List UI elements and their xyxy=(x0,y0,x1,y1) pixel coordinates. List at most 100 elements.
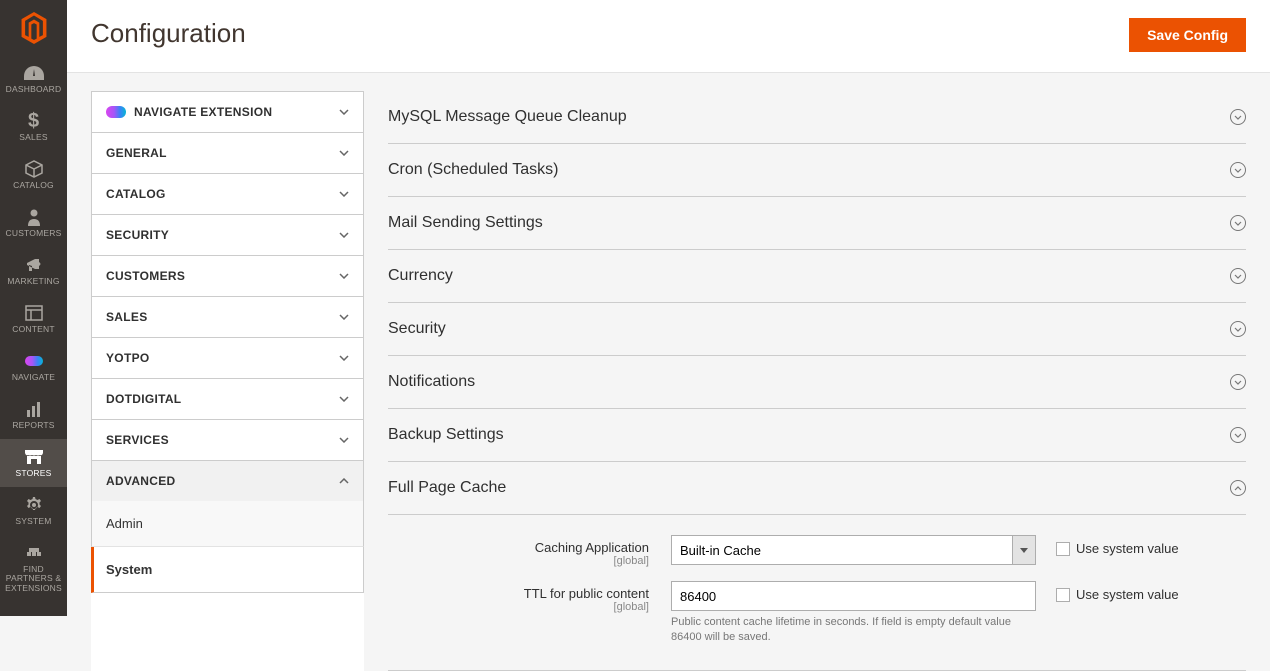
caching-application-select[interactable]: Built-in Cache xyxy=(671,535,1012,565)
section-notifications[interactable]: Notifications xyxy=(388,356,1246,409)
label-text: NAVIGATE EXTENSION xyxy=(134,105,272,119)
section-title: Cron (Scheduled Tasks) xyxy=(388,161,558,179)
config-section-general[interactable]: GENERAL xyxy=(91,132,364,173)
person-icon xyxy=(27,207,41,227)
config-section-label: ADVANCED xyxy=(106,474,176,488)
chevron-down-icon xyxy=(339,230,349,240)
config-section-advanced[interactable]: ADVANCED xyxy=(91,460,364,501)
nav-reports[interactable]: REPORTS xyxy=(0,391,67,439)
nav-sales[interactable]: $ SALES xyxy=(0,103,67,151)
section-mysql-queue[interactable]: MySQL Message Queue Cleanup xyxy=(388,91,1246,144)
config-section-catalog[interactable]: CATALOG xyxy=(91,173,364,214)
chevron-down-icon xyxy=(339,353,349,363)
save-config-button[interactable]: Save Config xyxy=(1129,18,1246,52)
use-system-value-label: Use system value xyxy=(1076,587,1179,602)
select-arrow-icon[interactable] xyxy=(1012,535,1036,565)
navigate-badge-icon xyxy=(106,106,126,118)
nav-label: FIND PARTNERS & EXTENSIONS xyxy=(2,565,65,593)
config-section-yotpo[interactable]: YOTPO xyxy=(91,337,364,378)
nav-partners[interactable]: FIND PARTNERS & EXTENSIONS xyxy=(0,535,67,601)
form-scope: [global] xyxy=(388,601,649,613)
nav-dashboard[interactable]: DASHBOARD xyxy=(0,55,67,103)
section-title: Backup Settings xyxy=(388,426,504,444)
chevron-down-icon xyxy=(339,394,349,404)
gear-icon xyxy=(25,495,43,515)
use-system-value-checkbox[interactable] xyxy=(1056,588,1070,602)
chart-icon xyxy=(26,399,42,419)
config-section-security[interactable]: SECURITY xyxy=(91,214,364,255)
nav-label: DASHBOARD xyxy=(6,85,62,94)
section-mail[interactable]: Mail Sending Settings xyxy=(388,197,1246,250)
form-label-wrap: TTL for public content [global] xyxy=(388,581,671,613)
section-title: Currency xyxy=(388,267,453,285)
config-nav: NAVIGATE EXTENSION GENERAL CATALOG SECUR… xyxy=(91,91,364,671)
nav-label: CONTENT xyxy=(12,325,54,334)
store-icon xyxy=(24,447,44,467)
form-label: Caching Application xyxy=(535,540,649,555)
expand-icon xyxy=(1230,321,1246,337)
ttl-row: TTL for public content [global] Public c… xyxy=(388,581,1246,646)
section-backup[interactable]: Backup Settings xyxy=(388,409,1246,462)
expand-icon xyxy=(1230,374,1246,390)
nav-customers[interactable]: CUSTOMERS xyxy=(0,199,67,247)
nav-label: SYSTEM xyxy=(15,517,51,526)
config-section-label: SERVICES xyxy=(106,433,169,447)
use-system-value-wrap: Use system value xyxy=(1036,581,1179,602)
nav-navigate[interactable]: NAVIGATE xyxy=(0,343,67,391)
expand-icon xyxy=(1230,109,1246,125)
page-header: Configuration Save Config xyxy=(67,0,1270,73)
section-title: Full Page Cache xyxy=(388,479,506,497)
section-currency[interactable]: Currency xyxy=(388,250,1246,303)
config-section-label: SECURITY xyxy=(106,228,169,242)
collapse-icon xyxy=(1230,480,1246,496)
section-security[interactable]: Security xyxy=(388,303,1246,356)
config-section-sales[interactable]: SALES xyxy=(91,296,364,337)
nav-label: REPORTS xyxy=(12,421,54,430)
chevron-down-icon xyxy=(339,435,349,445)
section-cron[interactable]: Cron (Scheduled Tasks) xyxy=(388,144,1246,197)
nav-label: MARKETING xyxy=(7,277,59,286)
config-sub-admin[interactable]: Admin xyxy=(91,501,364,547)
expand-icon xyxy=(1230,427,1246,443)
form-control-wrap: Built-in Cache xyxy=(671,535,1036,565)
expand-icon xyxy=(1230,162,1246,178)
section-full-page-cache[interactable]: Full Page Cache xyxy=(388,462,1246,515)
nav-content[interactable]: CONTENT xyxy=(0,295,67,343)
ttl-input[interactable] xyxy=(671,581,1036,611)
nav-label: CATALOG xyxy=(13,181,54,190)
use-system-value-checkbox[interactable] xyxy=(1056,542,1070,556)
form-label-wrap: Caching Application [global] xyxy=(388,535,671,567)
section-title: Security xyxy=(388,320,446,338)
box-icon xyxy=(25,159,43,179)
config-section-label: CUSTOMERS xyxy=(106,269,185,283)
config-section-label: SALES xyxy=(106,310,148,324)
dollar-icon: $ xyxy=(28,111,39,131)
chevron-down-icon xyxy=(339,148,349,158)
caching-application-row: Caching Application [global] Built-in Ca… xyxy=(388,535,1246,567)
nav-stores[interactable]: STORES xyxy=(0,439,67,487)
form-note: Public content cache lifetime in seconds… xyxy=(671,615,1036,646)
page-title: Configuration xyxy=(91,18,246,49)
config-section-customers[interactable]: CUSTOMERS xyxy=(91,255,364,296)
form-control-wrap: Public content cache lifetime in seconds… xyxy=(671,581,1036,646)
chevron-down-icon xyxy=(339,312,349,322)
full-page-cache-form: Caching Application [global] Built-in Ca… xyxy=(388,515,1246,670)
nav-catalog[interactable]: CATALOG xyxy=(0,151,67,199)
config-sub-system[interactable]: System xyxy=(91,547,364,593)
nav-system[interactable]: SYSTEM xyxy=(0,487,67,535)
nav-label: STORES xyxy=(16,469,52,478)
magento-logo[interactable] xyxy=(0,0,67,55)
config-section-label: DOTDIGITAL xyxy=(106,392,181,406)
admin-sidebar: DASHBOARD $ SALES CATALOG CUSTOMERS MARK… xyxy=(0,0,67,616)
config-section-services[interactable]: SERVICES xyxy=(91,419,364,460)
config-section-label: NAVIGATE EXTENSION xyxy=(106,105,272,119)
layout-icon xyxy=(25,303,43,323)
navigate-icon xyxy=(25,351,43,371)
use-system-value-label: Use system value xyxy=(1076,541,1179,556)
nav-marketing[interactable]: MARKETING xyxy=(0,247,67,295)
chevron-down-icon xyxy=(339,189,349,199)
config-section-dotdigital[interactable]: DOTDIGITAL xyxy=(91,378,364,419)
config-section-label: YOTPO xyxy=(106,351,150,365)
chevron-up-icon xyxy=(339,476,349,486)
config-section-navigate-extension[interactable]: NAVIGATE EXTENSION xyxy=(91,91,364,132)
